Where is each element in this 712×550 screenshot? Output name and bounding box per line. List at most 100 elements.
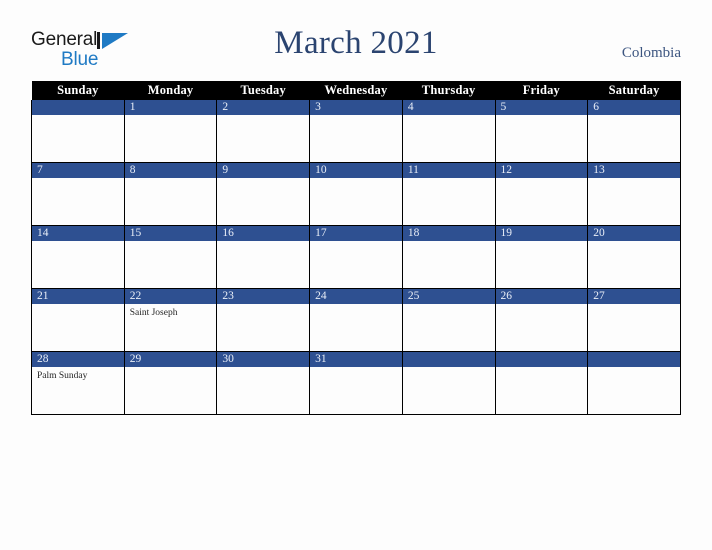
calendar-body: 1 2 3 4 5 6 7 8 9 10 11 12 13 14 15 16 1…	[31, 100, 681, 415]
calendar-day-cell[interactable]: 15	[123, 225, 218, 289]
day-events: Saint Joseph	[125, 304, 217, 351]
weekday-header-monday: Monday	[124, 81, 217, 100]
day-number: 26	[495, 289, 588, 304]
calendar-day-cell[interactable]: 23	[216, 288, 311, 352]
day-number: 3	[310, 100, 402, 115]
day-number	[588, 352, 680, 367]
day-number	[32, 100, 124, 115]
calendar-day-cell[interactable]: 31	[309, 351, 403, 415]
day-events	[217, 241, 309, 288]
calendar-day-cell[interactable]: 24	[309, 288, 403, 352]
calendar-day-cell[interactable]: 2	[216, 100, 311, 163]
day-number: 11	[402, 163, 495, 178]
day-number: 25	[402, 289, 495, 304]
calendar-day-cell[interactable]: 20	[587, 225, 681, 289]
weekday-header-thursday: Thursday	[402, 81, 496, 100]
calendar-day-cell[interactable]: 7	[31, 162, 125, 226]
day-events	[588, 115, 680, 162]
day-events	[588, 367, 680, 414]
calendar-day-cell[interactable]: 29	[123, 351, 218, 415]
day-number: 16	[217, 226, 310, 241]
day-number: 6	[588, 100, 680, 115]
calendar-week-row: 14 15 16 17 18 19 20	[31, 225, 681, 289]
day-events	[403, 178, 495, 225]
weekday-header-sunday: Sunday	[31, 81, 125, 100]
day-events	[32, 178, 124, 225]
day-events	[496, 304, 588, 351]
day-events	[125, 241, 217, 288]
calendar-week-row: 7 8 9 10 11 12 13	[31, 162, 681, 226]
calendar-day-cell[interactable]: 4	[401, 100, 496, 163]
calendar-day-cell[interactable]: 21	[31, 288, 125, 352]
calendar-day-cell[interactable]: 30	[216, 351, 311, 415]
day-events	[310, 115, 402, 162]
day-events	[125, 115, 217, 162]
day-number: 10	[310, 163, 402, 178]
event-label: Palm Sunday	[37, 371, 88, 381]
day-number: 9	[217, 163, 310, 178]
day-number: 30	[217, 352, 310, 367]
calendar-day-cell[interactable]: 28 Palm Sunday	[31, 351, 125, 415]
day-number: 29	[124, 352, 217, 367]
day-events	[217, 115, 309, 162]
day-number: 8	[124, 163, 217, 178]
calendar-day-cell[interactable]: 12	[494, 162, 589, 226]
calendar-day-cell[interactable]	[494, 351, 589, 415]
calendar-day-cell[interactable]	[587, 351, 681, 415]
day-events	[588, 304, 680, 351]
day-events	[588, 178, 680, 225]
calendar-week-row: 1 2 3 4 5 6	[31, 100, 681, 163]
country-label: Colombia	[621, 45, 681, 61]
calendar-day-cell[interactable]: 9	[216, 162, 311, 226]
day-events	[32, 115, 124, 162]
day-number: 23	[217, 289, 310, 304]
day-number: 21	[32, 289, 124, 304]
calendar-day-cell[interactable]: 27	[587, 288, 681, 352]
calendar-day-cell[interactable]: 6	[587, 100, 681, 163]
calendar-week-row: 28 Palm Sunday 29 30 31	[31, 351, 681, 415]
event-label: Saint Joseph	[129, 308, 178, 318]
day-number: 4	[402, 100, 495, 115]
calendar-day-cell[interactable]: 25	[401, 288, 496, 352]
calendar-day-cell[interactable]: 5	[494, 100, 589, 163]
calendar-day-cell[interactable]: 16	[216, 225, 311, 289]
day-events	[496, 367, 588, 414]
calendar-day-cell[interactable]: 22 Saint Joseph	[123, 288, 218, 352]
calendar-day-cell[interactable]	[31, 100, 125, 163]
calendar-day-cell[interactable]: 18	[401, 225, 496, 289]
weekday-header-saturday: Saturday	[587, 81, 681, 100]
calendar-day-cell[interactable]: 26	[494, 288, 589, 352]
day-number: 12	[495, 163, 588, 178]
weekday-header-wednesday: Wednesday	[309, 81, 403, 100]
page-header: General Blue March 2021 Colombia	[0, 0, 712, 78]
day-events	[403, 367, 495, 414]
page-title: March 2021	[274, 25, 438, 61]
calendar-day-cell[interactable]	[401, 351, 496, 415]
weekday-header-tuesday: Tuesday	[216, 81, 310, 100]
day-number: 28	[32, 352, 124, 367]
day-number: 22	[124, 289, 217, 304]
day-number: 27	[588, 289, 680, 304]
calendar-day-cell[interactable]: 17	[309, 225, 403, 289]
day-number: 31	[310, 352, 402, 367]
day-number: 5	[495, 100, 588, 115]
day-events	[217, 178, 309, 225]
calendar-header-row: Sunday Monday Tuesday Wednesday Thursday…	[31, 81, 681, 100]
calendar-day-cell[interactable]: 11	[401, 162, 496, 226]
day-events	[496, 178, 588, 225]
day-events	[403, 304, 495, 351]
day-events	[217, 367, 309, 414]
day-number: 15	[124, 226, 217, 241]
calendar-day-cell[interactable]: 3	[309, 100, 403, 163]
calendar-day-cell[interactable]: 14	[31, 225, 125, 289]
day-number: 18	[402, 226, 495, 241]
day-number: 17	[310, 226, 402, 241]
calendar-day-cell[interactable]: 19	[494, 225, 589, 289]
calendar-day-cell[interactable]: 10	[309, 162, 403, 226]
calendar-day-cell[interactable]: 13	[587, 162, 681, 226]
day-number: 7	[32, 163, 124, 178]
calendar-day-cell[interactable]: 8	[123, 162, 218, 226]
day-number	[402, 352, 495, 367]
calendar-day-cell[interactable]: 1	[123, 100, 218, 163]
day-events	[125, 367, 217, 414]
